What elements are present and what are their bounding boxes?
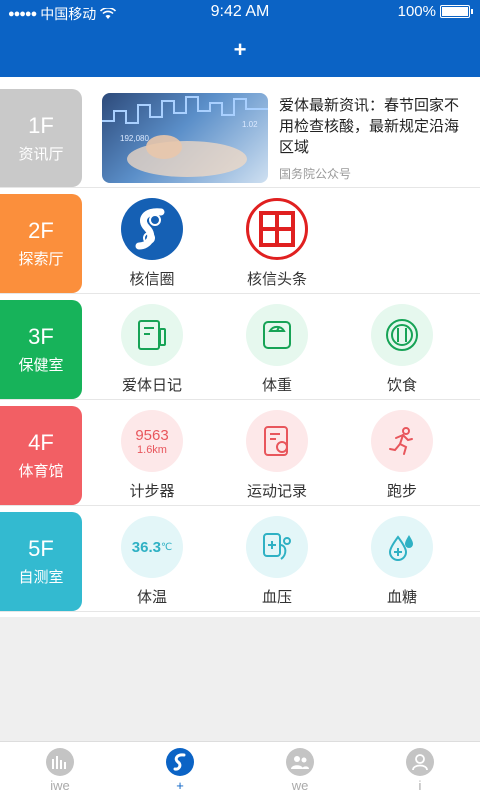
explore-hexintoutiao[interactable]: 核信头条	[222, 198, 332, 289]
blood-drop-icon	[371, 516, 433, 578]
item-label: 体重	[261, 377, 292, 394]
battery-percent: 100%	[397, 3, 436, 20]
running-icon	[371, 410, 433, 472]
health-diary[interactable]: 爱体日记	[97, 304, 207, 395]
diary-icon	[121, 304, 183, 366]
hexintoutiao-logo-icon	[246, 198, 308, 260]
temperature-unit: ℃	[160, 541, 173, 553]
health-diet[interactable]: 饮食	[347, 304, 457, 395]
floor-name: 体育馆	[18, 463, 64, 480]
row-2f: 2F 探索厅 核信圈 核信头条	[0, 188, 480, 294]
news-source: 国务院公众号	[279, 167, 352, 181]
iwe-icon	[46, 748, 74, 776]
item-label: 饮食	[386, 377, 417, 394]
tab-bar: iwe + we i	[0, 741, 480, 800]
floor-number: 3F	[28, 324, 54, 349]
tab-label: we	[291, 778, 309, 793]
tab-label: +	[176, 778, 184, 793]
hexinquan-logo-icon	[121, 198, 183, 260]
row-3f: 3F 保健室 爱体日记 体重 饮食	[0, 294, 480, 400]
test-blood-sugar[interactable]: 血糖	[347, 516, 457, 607]
news-title[interactable]: 爱体最新资讯：春节回家不用检查核酸，最新规定沿海区域	[279, 95, 469, 158]
explore-hexinquan[interactable]: 核信圈	[97, 198, 207, 289]
tab-plus[interactable]: +	[140, 748, 220, 793]
news-image-number: 192,080	[120, 134, 149, 143]
app-logo-icon	[166, 748, 194, 776]
pedometer-widget: 9563 1.6km	[121, 410, 183, 472]
floor-tab-1f[interactable]: 1F 资讯厅	[0, 89, 82, 187]
floor-name: 自测室	[18, 569, 64, 586]
plate-icon	[371, 304, 433, 366]
add-button[interactable]: +	[0, 37, 480, 63]
floor-number: 1F	[28, 113, 54, 138]
tab-iwe[interactable]: iwe	[20, 748, 100, 793]
sport-records[interactable]: 运动记录	[222, 410, 332, 501]
blood-pressure-icon	[246, 516, 308, 578]
item-label: 血糖	[386, 589, 417, 606]
floor-name: 资讯厅	[18, 146, 64, 163]
news-image-number: 1.02	[242, 120, 258, 129]
status-bar: ●●●●● 中国移动 9:42 AM 100%	[0, 0, 480, 24]
steps-value: 9563	[135, 426, 169, 444]
item-label: 计步器	[129, 483, 175, 500]
content-area: 1F 资讯厅 192,080 1.02 爱体最新资讯：春节回家不用检查核酸，最新…	[0, 77, 480, 617]
floor-name: 保健室	[18, 357, 64, 374]
steps-distance: 1.6km	[137, 443, 167, 456]
tab-label: i	[418, 778, 422, 793]
scale-icon	[246, 304, 308, 366]
test-temperature[interactable]: 36.3 ℃ 体温	[97, 516, 207, 607]
row-1f: 1F 资讯厅 192,080 1.02 爱体最新资讯：春节回家不用检查核酸，最新…	[0, 77, 480, 188]
tab-i[interactable]: i	[380, 748, 460, 793]
battery-icon	[440, 5, 473, 18]
tab-we[interactable]: we	[260, 748, 340, 793]
news-image-graph: 192,080 1.02	[102, 96, 268, 177]
user-icon	[406, 748, 434, 776]
temperature-widget: 36.3 ℃	[121, 516, 183, 578]
tab-label: iwe	[50, 778, 70, 793]
floor-tab-4f[interactable]: 4F 体育馆	[0, 406, 82, 505]
item-label: 核信头条	[246, 271, 307, 288]
floor-name: 探索厅	[18, 251, 64, 268]
item-label: 爱体日记	[121, 377, 182, 394]
row-4f: 4F 体育馆 9563 1.6km 计步器 运动记录 跑步	[0, 400, 480, 506]
top-bar: ●●●●● 中国移动 9:42 AM 100% +	[0, 0, 480, 77]
temperature-value: 36.3	[131, 538, 161, 556]
floor-number: 5F	[28, 536, 54, 561]
test-blood-pressure[interactable]: 血压	[222, 516, 332, 607]
news-thumbnail[interactable]: 192,080 1.02	[102, 93, 268, 183]
group-icon	[286, 748, 314, 776]
floor-tab-2f[interactable]: 2F 探索厅	[0, 194, 82, 293]
floor-number: 4F	[28, 430, 54, 455]
floor-tab-5f[interactable]: 5F 自测室	[0, 512, 82, 611]
row-5f: 5F 自测室 36.3 ℃ 体温 血压 血糖	[0, 506, 480, 612]
floor-number: 2F	[28, 218, 54, 243]
floor-tab-3f[interactable]: 3F 保健室	[0, 300, 82, 399]
item-label: 体温	[136, 589, 167, 606]
item-label: 运动记录	[246, 483, 307, 500]
health-weight[interactable]: 体重	[222, 304, 332, 395]
sport-record-icon	[246, 410, 308, 472]
sport-running[interactable]: 跑步	[347, 410, 457, 501]
item-label: 跑步	[386, 483, 417, 500]
sport-pedometer[interactable]: 9563 1.6km 计步器	[97, 410, 207, 501]
item-label: 血压	[261, 589, 292, 606]
item-label: 核信圈	[129, 271, 175, 288]
